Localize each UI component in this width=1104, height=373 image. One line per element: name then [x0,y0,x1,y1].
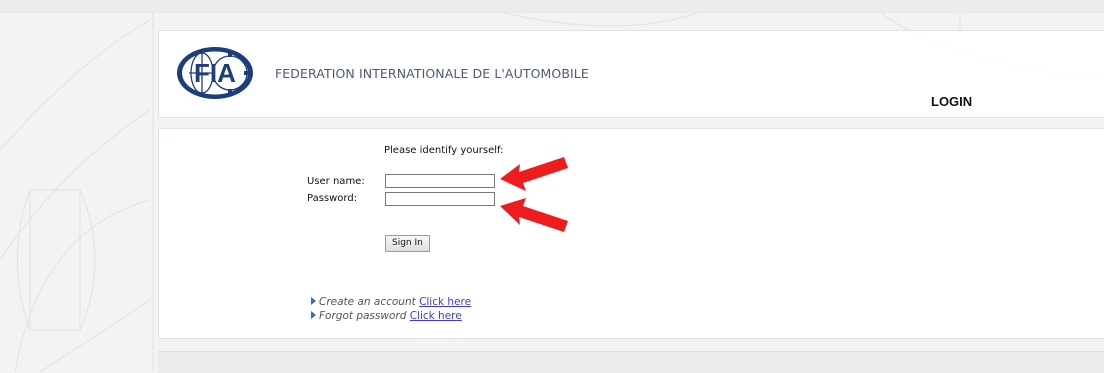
create-account-text: Create an account [319,296,416,308]
bullet-arrow-icon [311,297,316,305]
footer-panel [158,351,1104,373]
login-panel: Please identify yourself: User name: Pas… [158,128,1104,339]
forgot-password-text: Forgot password [319,310,407,322]
fia-logo: FIA [177,47,253,99]
svg-text:FIA: FIA [194,58,236,88]
header: FIA FEDERATION INTERNATIONALE DE L'AUTOM… [158,30,1104,118]
annotation-arrow-password [500,198,568,232]
username-label: User name: [307,176,365,187]
bullet-arrow-icon [311,311,316,319]
password-label: Password: [307,193,358,204]
top-strip [0,0,1104,12]
username-input[interactable] [385,174,495,188]
forgot-password-row: Forgot password Click here [311,310,462,322]
password-input[interactable] [385,192,495,206]
create-account-row: Create an account Click here [311,296,471,308]
organization-name: FEDERATION INTERNATIONALE DE L'AUTOMOBIL… [275,66,589,81]
sign-in-button[interactable]: Sign In [385,235,430,252]
page-title: LOGIN [931,94,973,109]
create-account-link[interactable]: Click here [419,296,471,308]
annotation-arrow-username [500,157,568,191]
forgot-password-link[interactable]: Click here [410,310,462,322]
login-prompt: Please identify yourself: [384,145,504,156]
